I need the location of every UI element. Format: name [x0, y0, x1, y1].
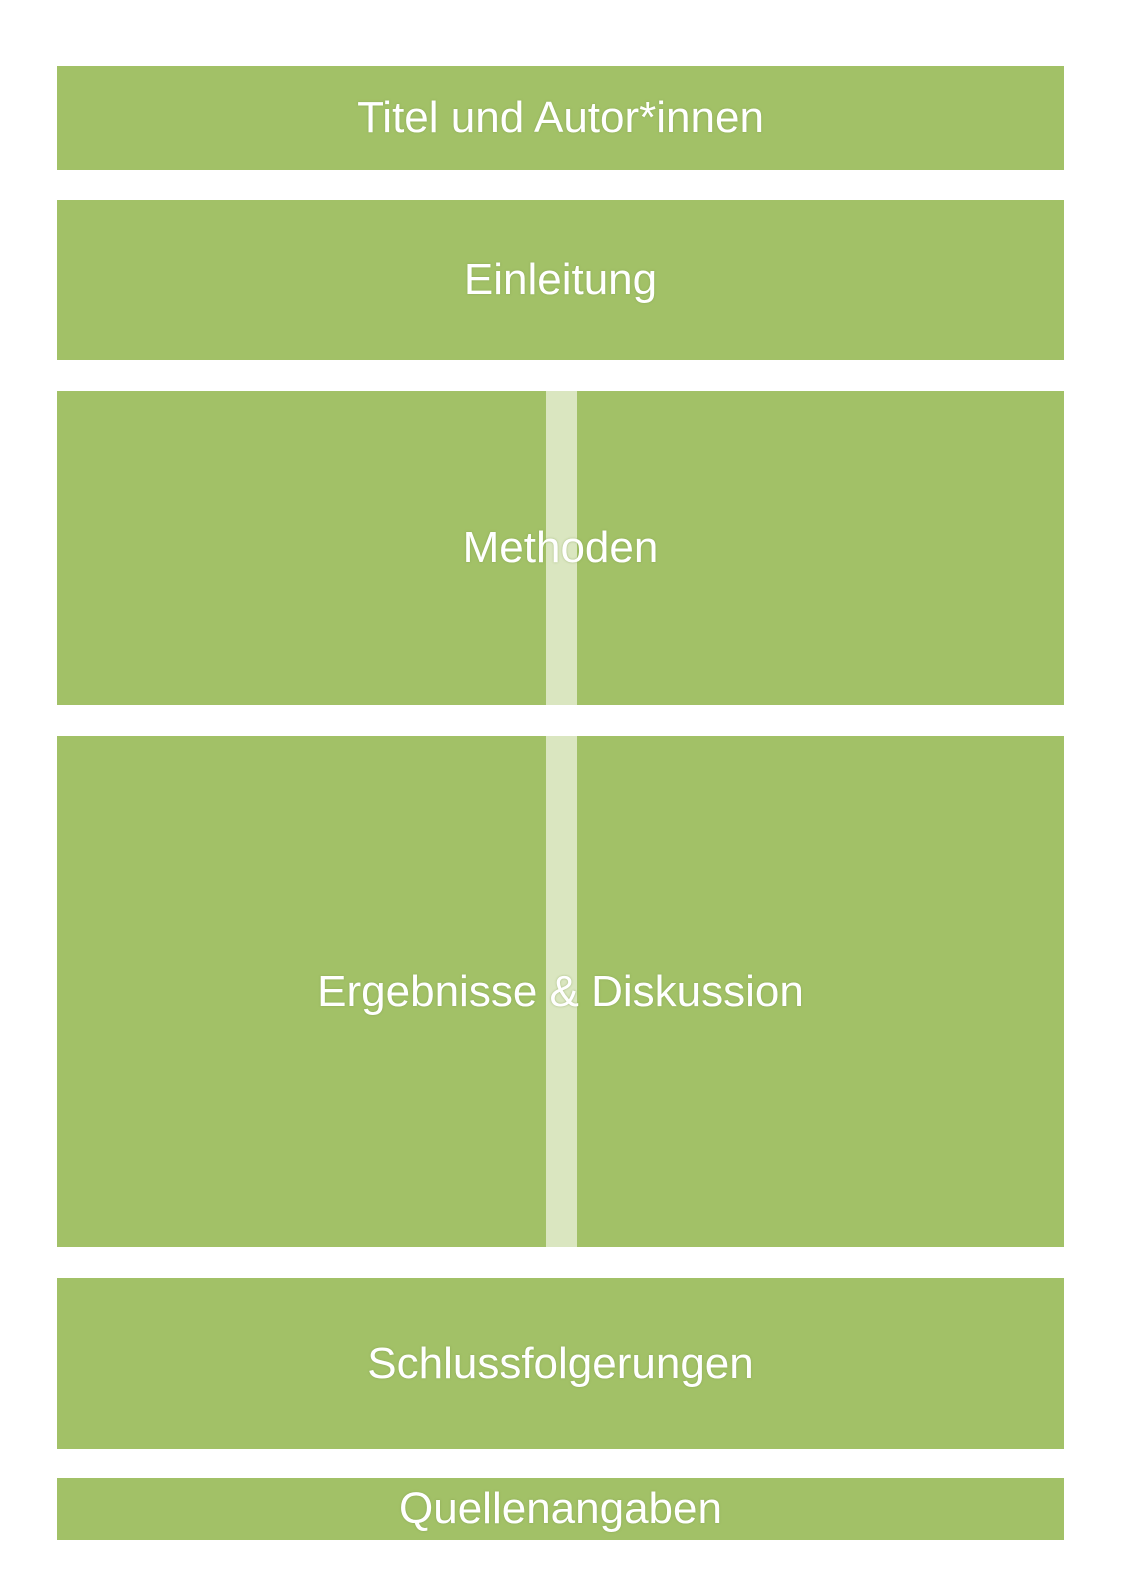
section-title-authors: Titel und Autor*innen: [57, 66, 1064, 170]
section-methods: Methoden: [57, 391, 1064, 705]
section-title-authors-label: Titel und Autor*innen: [357, 93, 764, 142]
section-results-discussion-label: Ergebnisse & Diskussion: [317, 966, 804, 1016]
section-references-label: Quellenangaben: [399, 1484, 722, 1533]
section-introduction: Einleitung: [57, 200, 1064, 360]
section-results-discussion: Ergebnisse & Diskussion: [57, 736, 1064, 1247]
section-methods-label: Methoden: [462, 523, 659, 572]
poster-layout: { "colors": { "section_fill": "#a2c167",…: [0, 0, 1124, 1592]
section-introduction-label: Einleitung: [463, 255, 658, 304]
section-references: Quellenangaben: [57, 1478, 1064, 1540]
section-conclusions: Schlussfolgerungen: [57, 1278, 1064, 1449]
section-conclusions-label: Schlussfolgerungen: [367, 1338, 754, 1388]
